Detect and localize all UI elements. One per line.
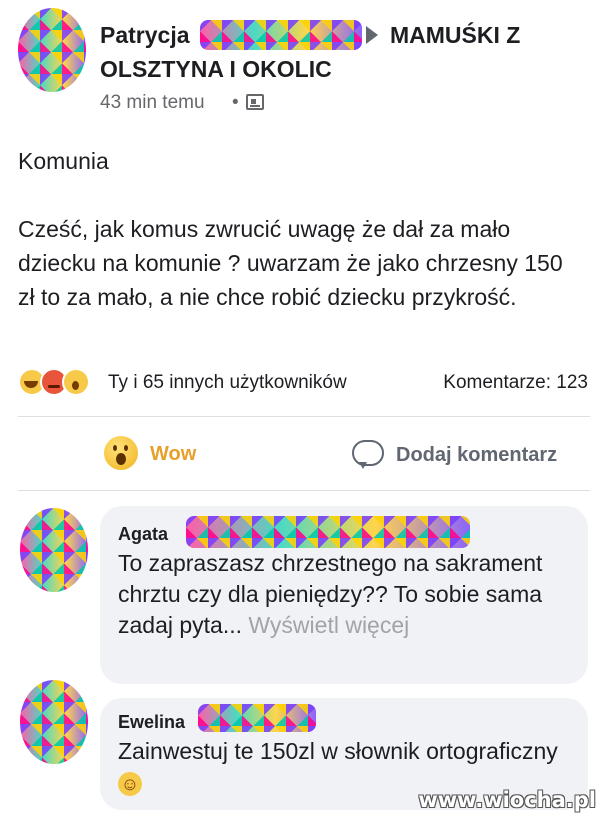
divider-top [18,416,590,417]
wow-small-icon [62,368,90,396]
comment-bubble[interactable]: Agata To zapraszasz chrzestnego na sakra… [100,506,588,684]
reaction-icons[interactable] [18,368,108,396]
comment-text-main: Zainwestuj te 150zl w słownik ortografic… [118,738,558,764]
group-name-line2[interactable]: OLSZTYNA I OKOLIC [100,56,332,83]
see-more-link[interactable]: Wyświetl więcej [248,612,409,638]
comment-avatar[interactable] [20,508,88,592]
comment-icon [352,440,384,469]
comment-author[interactable]: Ewelina [118,712,185,733]
watermark: www.wiocha.pl [418,788,596,812]
wow-reaction-button[interactable]: Wow [104,436,224,476]
divider-bottom [18,490,590,491]
redacted-surname [186,516,470,548]
wow-reaction-icon [104,436,138,470]
post-author-name[interactable]: Patrycja [100,22,190,49]
redacted-surname [200,20,362,50]
smile-emoji-icon: ☺ [118,771,142,796]
meta-dot: • [232,92,239,113]
author-avatar[interactable] [18,8,86,92]
comment-text: To zapraszasz chrzestnego na sakrament c… [118,548,568,641]
comment-avatar[interactable] [20,680,88,764]
comment-author[interactable]: Agata [118,524,168,545]
wow-label: Wow [150,443,197,465]
arrow-right-icon [366,26,378,44]
add-comment-label: Dodaj komentarz [396,444,558,466]
post-timestamp[interactable]: 43 min temu [100,92,205,114]
group-privacy-icon [246,94,264,110]
comments-count[interactable]: Komentarze: 123 [443,372,588,394]
reactions-summary[interactable]: Ty i 65 innych użytkowników [108,372,347,394]
redacted-surname [198,704,316,732]
add-comment-button[interactable]: Dodaj komentarz [352,438,572,478]
post-body: Cześć, jak komus zwrucić uwagę że dał za… [18,216,563,310]
group-name-line1[interactable]: MAMUŚKI Z [390,22,520,49]
post-title: Komunia [18,148,109,174]
